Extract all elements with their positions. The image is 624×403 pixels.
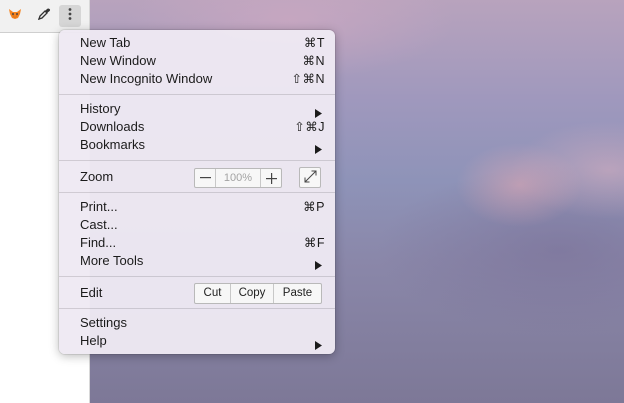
menu-item-find[interactable]: Find... ⌘F [59,234,335,252]
new-incognito-label: New Incognito Window [80,71,213,86]
menu-separator [59,160,335,161]
fox-extension-icon [8,7,22,26]
more-vert-icon [67,7,73,26]
menu-item-bookmarks[interactable]: Bookmarks [59,136,335,154]
browser-main-menu: New Tab ⌘T New Window ⌘N New Incognito W… [59,30,335,354]
fullscreen-icon [304,170,317,186]
zoom-level-value: 100% [215,169,261,187]
plus-icon [265,172,277,184]
eyedropper-extension-button[interactable] [33,5,55,27]
submenu-arrow-icon [315,141,322,159]
menu-item-print[interactable]: Print... ⌘P [59,198,335,216]
find-shortcut: ⌘F [303,236,325,250]
bookmarks-label: Bookmarks [80,137,146,152]
edit-label: Edit [80,285,103,300]
settings-label: Settings [80,315,127,330]
copy-button[interactable]: Copy [230,284,274,303]
browser-menu-button[interactable] [59,5,81,27]
menu-item-more-tools[interactable]: More Tools [59,252,335,270]
new-tab-shortcut: ⌘T [303,36,325,50]
menu-item-new-tab[interactable]: New Tab ⌘T [59,34,335,52]
new-incognito-shortcut: ⇧⌘N [291,72,325,86]
zoom-in-button[interactable] [261,169,281,187]
print-shortcut: ⌘P [303,200,325,214]
browser-toolbar [0,0,89,33]
downloads-shortcut: ⇧⌘J [294,120,325,134]
menu-item-new-window[interactable]: New Window ⌘N [59,52,335,70]
menu-item-help[interactable]: Help [59,332,335,350]
zoom-control: 100% [194,168,282,188]
menu-item-cast[interactable]: Cast... [59,216,335,234]
new-window-label: New Window [80,53,156,68]
print-label: Print... [80,199,118,214]
cast-label: Cast... [80,217,118,232]
menu-item-new-incognito-window[interactable]: New Incognito Window ⇧⌘N [59,70,335,88]
minus-icon [199,177,211,179]
new-window-shortcut: ⌘N [302,54,325,68]
downloads-label: Downloads [80,119,145,134]
more-tools-label: More Tools [80,253,144,268]
menu-separator [59,94,335,95]
cut-button[interactable]: Cut [195,284,230,303]
zoom-out-button[interactable] [195,169,215,187]
new-tab-label: New Tab [80,35,131,50]
eyedropper-icon [37,7,51,26]
submenu-arrow-icon [315,337,322,355]
menu-item-settings[interactable]: Settings [59,314,335,332]
edit-controls: Cut Copy Paste [194,283,322,304]
find-label: Find... [80,235,117,250]
fullscreen-button[interactable] [299,167,321,188]
menu-separator [59,308,335,309]
menu-item-history[interactable]: History [59,100,335,118]
menu-separator [59,276,335,277]
help-label: Help [80,333,107,348]
history-label: History [80,101,121,116]
menu-separator [59,192,335,193]
zoom-label: Zoom [80,169,114,184]
submenu-arrow-icon [315,257,322,275]
menu-item-downloads[interactable]: Downloads ⇧⌘J [59,118,335,136]
fox-extension-button[interactable] [4,5,26,27]
paste-button[interactable]: Paste [274,284,321,303]
